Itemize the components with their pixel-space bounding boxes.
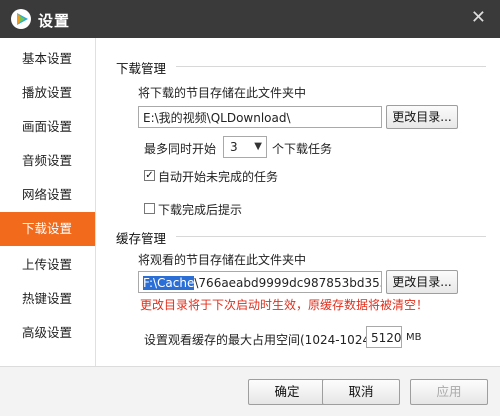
- sidebar-item-advanced[interactable]: 高级设置: [0, 316, 95, 350]
- sidebar-item-picture[interactable]: 画面设置: [0, 110, 95, 144]
- sidebar-item-basic[interactable]: 基本设置: [0, 42, 95, 76]
- max-downloads-select[interactable]: 3 ▼: [223, 136, 267, 158]
- apply-button[interactable]: 应用: [410, 379, 488, 405]
- notify-complete-checkbox[interactable]: [144, 203, 155, 214]
- cache-path-selected: F:\Cache: [143, 276, 195, 290]
- download-settings-panel: 下载管理 将下载的节目存储在此文件夹中 E:\我的视频\QLDownload\ …: [96, 38, 500, 366]
- max-downloads-suffix: 个下载任务: [272, 142, 333, 156]
- cache-warning-text: 更改目录将于下次启动时生效，原缓存数据将被清空！: [140, 298, 429, 312]
- download-folder-label: 将下载的节目存储在此文件夹中: [138, 86, 307, 100]
- cache-max-unit: MB: [406, 332, 422, 343]
- chevron-down-icon: ▼: [254, 141, 262, 152]
- ok-button[interactable]: 确定: [248, 379, 326, 405]
- cache-section-title: 缓存管理: [116, 231, 167, 246]
- sidebar-item-audio[interactable]: 音频设置: [0, 144, 95, 178]
- download-folder-input[interactable]: E:\我的视频\QLDownload\: [138, 106, 382, 128]
- cache-max-input[interactable]: 5120: [366, 326, 402, 348]
- notify-complete-label: 下载完成后提示: [158, 203, 243, 217]
- sidebar-item-download[interactable]: 下载设置: [0, 212, 95, 246]
- title-bar: 设置 ✕: [0, 0, 500, 38]
- auto-resume-label: 自动开始未完成的任务: [158, 170, 279, 184]
- cache-change-dir-button[interactable]: 更改目录...: [386, 270, 458, 294]
- divider: [176, 66, 486, 67]
- auto-resume-checkbox[interactable]: ✓: [144, 170, 155, 181]
- cancel-button[interactable]: 取消: [322, 379, 400, 405]
- cache-path-rest: \766aeabd9999dc987853bd3551: [194, 276, 382, 290]
- app-logo-icon: [11, 9, 31, 29]
- cache-max-label: 设置观看缓存的最大占用空间(1024-10240): [144, 333, 383, 347]
- sidebar-item-upload[interactable]: 上传设置: [0, 248, 95, 282]
- sidebar-item-hotkeys[interactable]: 热键设置: [0, 282, 95, 316]
- sidebar: 基本设置 播放设置 画面设置 音频设置 网络设置 下载设置 上传设置 热键设置 …: [0, 38, 96, 366]
- sidebar-item-network[interactable]: 网络设置: [0, 178, 95, 212]
- download-change-dir-button[interactable]: 更改目录...: [386, 105, 458, 129]
- cache-folder-label: 将观看的节目存储在此文件夹中: [138, 253, 307, 267]
- max-downloads-value: 3: [230, 140, 238, 154]
- max-downloads-prefix: 最多同时开始: [144, 142, 217, 156]
- download-section-title: 下载管理: [116, 61, 167, 76]
- dialog-footer: 确定 取消 应用: [0, 366, 500, 416]
- window-title: 设置: [38, 12, 71, 30]
- settings-window: 设置 ✕ 基本设置 播放设置 画面设置 音频设置 网络设置 下载设置 上传设置 …: [0, 0, 500, 416]
- sidebar-item-playback[interactable]: 播放设置: [0, 76, 95, 110]
- checkmark-icon: ✓: [145, 170, 154, 181]
- divider: [176, 236, 486, 237]
- close-icon[interactable]: ✕: [471, 8, 486, 28]
- cache-folder-input[interactable]: F:\Cache\766aeabd9999dc987853bd3551: [138, 271, 382, 293]
